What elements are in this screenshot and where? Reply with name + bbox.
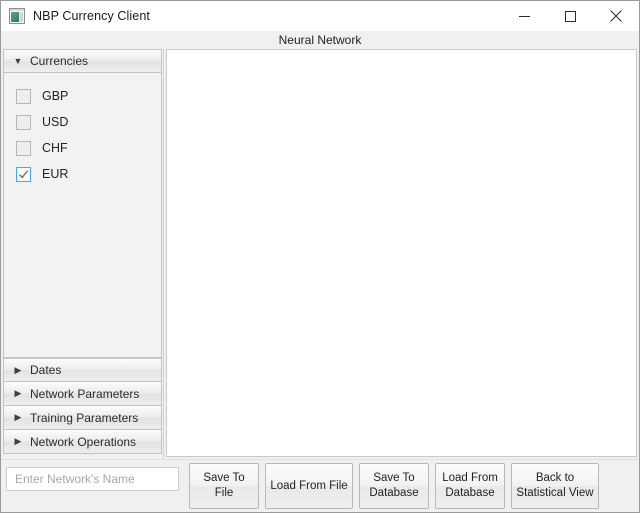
checkbox-chf[interactable]: [16, 140, 31, 156]
sidebar-accordion: ▼ Currencies GBP USD CHF EUR ▶ Dates ▶ N…: [3, 49, 162, 459]
app-window-icon: [9, 8, 25, 24]
chevron-right-icon: ▶: [14, 388, 22, 398]
network-name-input[interactable]: [6, 467, 179, 491]
minimize-button[interactable]: [501, 1, 547, 31]
chevron-down-icon: ▼: [13, 55, 23, 66]
sidebar-section-label: Network Operations: [30, 434, 137, 449]
currency-row-usd[interactable]: USD: [4, 109, 161, 135]
chevron-right-icon: ▶: [14, 412, 22, 422]
application-window: NBP Currency Client Neural Network ▼ Cur…: [0, 0, 640, 513]
sidebar-section-label: Dates: [30, 363, 62, 377]
load-from-file-button[interactable]: Load From File: [265, 463, 353, 509]
action-button-row: Save To File Load From File Save To Data…: [189, 463, 599, 509]
title-bar: NBP Currency Client: [1, 1, 639, 32]
sidebar-section-label: Network Parameters: [30, 386, 140, 401]
window-title: NBP Currency Client: [33, 9, 150, 23]
checkbox-eur[interactable]: [16, 166, 31, 182]
currency-label-usd: USD: [42, 115, 69, 129]
chevron-right-icon: ▶: [14, 436, 22, 446]
sidebar-section-network-operations[interactable]: ▶ Network Operations: [3, 430, 162, 454]
sidebar-section-training-parameters[interactable]: ▶ Training Parameters: [3, 406, 162, 430]
currency-row-eur[interactable]: EUR: [4, 161, 161, 187]
neural-network-canvas[interactable]: [166, 49, 637, 457]
currency-label-gbp: GBP: [42, 89, 69, 103]
save-to-file-button[interactable]: Save To File: [189, 463, 259, 509]
sidebar-section-network-parameters[interactable]: ▶ Network Parameters: [3, 382, 162, 406]
checkbox-gbp[interactable]: [16, 88, 31, 104]
window-controls: [501, 1, 639, 31]
sidebar-section-currencies[interactable]: ▼ Currencies: [3, 49, 162, 73]
sidebar-section-label: Training Parameters: [30, 410, 139, 425]
currency-label-eur: EUR: [42, 167, 69, 181]
load-from-database-button[interactable]: Load From Database: [435, 463, 505, 509]
chevron-right-icon: ▶: [14, 364, 22, 375]
currency-label-chf: CHF: [42, 141, 68, 155]
close-button[interactable]: [593, 1, 639, 31]
bottom-toolbar: Save To File Load From File Save To Data…: [1, 459, 639, 512]
view-title-bar: Neural Network: [1, 31, 639, 49]
currency-row-chf[interactable]: CHF: [4, 135, 161, 161]
currency-row-gbp[interactable]: GBP: [4, 83, 161, 109]
back-to-statistical-view-button[interactable]: Back to Statistical View: [511, 463, 599, 509]
checkmark-icon: [18, 169, 29, 178]
checkbox-usd[interactable]: [16, 114, 31, 130]
body-area: ▼ Currencies GBP USD CHF EUR ▶ Dates ▶ N…: [1, 49, 639, 459]
save-to-database-button[interactable]: Save To Database: [359, 463, 429, 509]
view-title: Neural Network: [278, 33, 362, 47]
maximize-button[interactable]: [547, 1, 593, 31]
sidebar-section-dates[interactable]: ▶ Dates: [3, 358, 162, 382]
sidebar-section-label: Currencies: [30, 54, 89, 68]
currencies-panel: GBP USD CHF EUR: [3, 73, 162, 358]
